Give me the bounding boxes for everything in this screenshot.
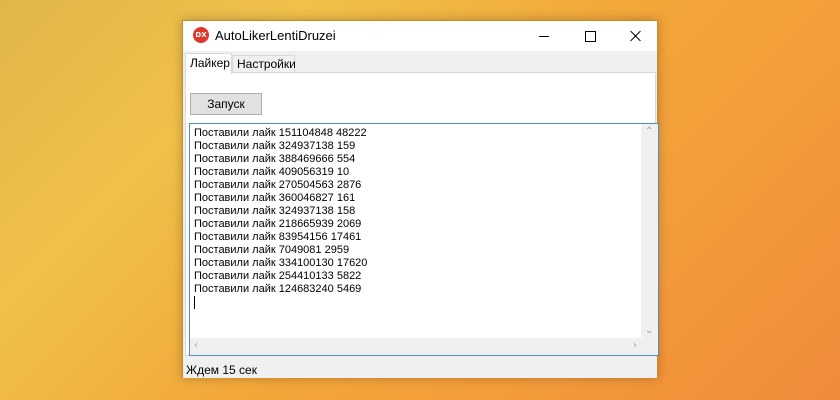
horizontal-scrollbar[interactable]: ‹ › bbox=[190, 338, 641, 355]
text-caret bbox=[194, 296, 195, 309]
close-icon bbox=[630, 30, 642, 42]
log-line: Поставили лайк 409056319 10 bbox=[194, 166, 350, 178]
log-line: Поставили лайк 324937138 159 bbox=[194, 140, 356, 152]
title-bar[interactable]: DX AutoLikerLentiDruzei bbox=[183, 21, 657, 51]
client-area: Лайкер Настройки Запуск Поставили лайк 1… bbox=[183, 51, 659, 378]
log-textarea[interactable]: Поставили лайк 151104848 48222 Поставили … bbox=[189, 123, 659, 356]
app-logo-icon: DX bbox=[193, 27, 209, 43]
maximize-button[interactable] bbox=[567, 21, 613, 51]
log-line: Поставили лайк 334100130 17620 bbox=[194, 257, 368, 269]
minimize-icon bbox=[539, 35, 549, 37]
scroll-down-icon[interactable]: ⌄ bbox=[645, 325, 653, 336]
start-button[interactable]: Запуск bbox=[190, 93, 262, 115]
liker-tab-panel: Запуск Поставили лайк 151104848 48222 Пос… bbox=[185, 72, 659, 356]
tab-liker[interactable]: Лайкер bbox=[185, 53, 232, 74]
minimize-button[interactable] bbox=[521, 21, 567, 51]
log-line: Поставили лайк 270504563 2876 bbox=[194, 179, 362, 191]
status-text: Ждем 15 сек bbox=[186, 363, 257, 377]
scrollbar-corner bbox=[641, 338, 658, 355]
tab-settings[interactable]: Настройки bbox=[232, 55, 296, 73]
scroll-left-icon[interactable]: ‹ bbox=[194, 340, 198, 351]
log-lines: Поставили лайк 151104848 48222 Поставили … bbox=[194, 127, 367, 309]
maximize-icon bbox=[584, 30, 596, 42]
log-line: Поставили лайк 7049081 2959 bbox=[194, 244, 350, 256]
scroll-up-icon[interactable]: ⌃ bbox=[645, 126, 653, 137]
vertical-scrollbar[interactable]: ⌃ ⌄ bbox=[641, 124, 658, 338]
log-line: Поставили лайк 151104848 48222 bbox=[194, 127, 367, 139]
log-line: Поставили лайк 83954156 17461 bbox=[194, 231, 362, 243]
log-line: Поставили лайк 254410133 5822 bbox=[194, 270, 362, 282]
close-button[interactable] bbox=[613, 21, 659, 51]
log-line: Поставили лайк 218665939 2069 bbox=[194, 218, 362, 230]
log-line: Поставили лайк 124683240 5469 bbox=[194, 283, 362, 295]
log-line: Поставили лайк 360046827 161 bbox=[194, 192, 356, 204]
app-window: DX AutoLikerLentiDruzei Лайкер Настройки… bbox=[182, 20, 659, 378]
window-title: AutoLikerLentiDruzei bbox=[215, 28, 336, 43]
log-line: Поставили лайк 388469666 554 bbox=[194, 153, 356, 165]
scroll-right-icon[interactable]: › bbox=[633, 340, 637, 351]
log-line: Поставили лайк 324937138 158 bbox=[194, 205, 356, 217]
